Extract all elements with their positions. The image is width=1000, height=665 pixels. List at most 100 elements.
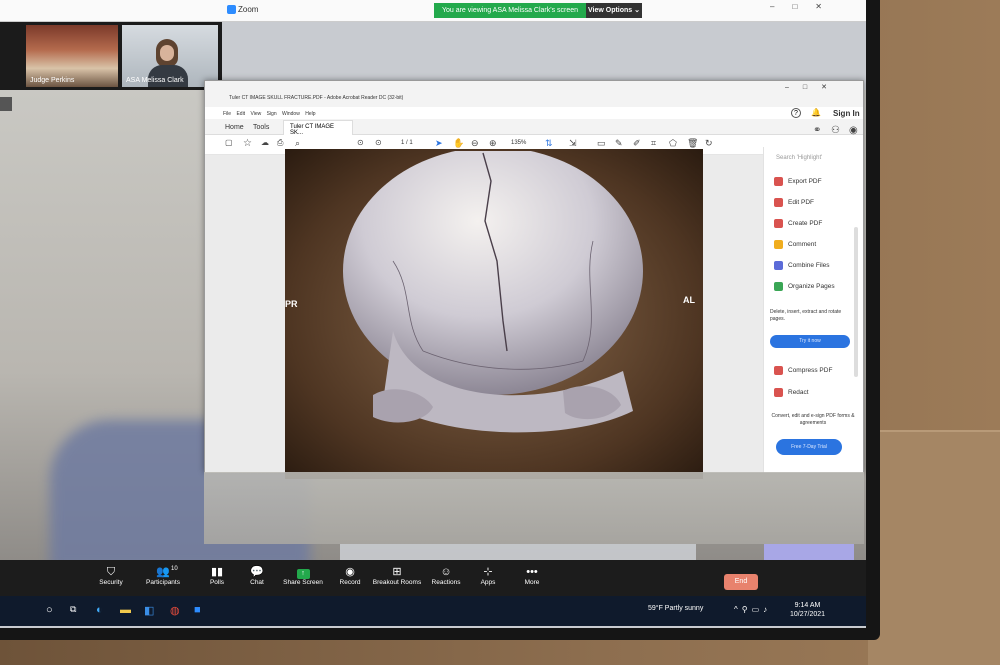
menu-file[interactable]: File (223, 111, 231, 117)
viewing-banner: You are viewing ASA Melissa Clark's scre… (434, 3, 586, 18)
toolbar-label: Participants (146, 579, 180, 586)
rotate-icon[interactable]: ↻ (705, 138, 713, 149)
tool-combine-files[interactable]: Combine Files (774, 261, 830, 270)
delete-icon[interactable]: 🗑 (687, 138, 698, 149)
zoom-app-icon[interactable]: ■ (194, 604, 201, 616)
upload-cloud-icon[interactable]: ☁ (261, 138, 269, 147)
save-icon[interactable]: ▢ (225, 138, 233, 147)
more-icon: ••• (526, 566, 538, 578)
participant-tile-asa[interactable]: ASA Melissa Clark (122, 25, 218, 87)
document-viewer[interactable]: PR AL (205, 149, 763, 479)
tool-comment[interactable]: Comment (774, 240, 816, 249)
menu-view[interactable]: View (250, 111, 261, 117)
outlook-icon[interactable]: ◧ (144, 604, 154, 617)
text-edit-icon[interactable]: ⌗ (651, 138, 656, 149)
apps-button[interactable]: ⊹ Apps (463, 565, 513, 586)
comment-icon (774, 240, 783, 249)
tool-redact[interactable]: Redact (774, 388, 809, 397)
next-page-icon[interactable]: ⊙ (375, 138, 382, 147)
skull-render (343, 151, 643, 433)
tool-export-pdf[interactable]: Export PDF (774, 177, 822, 186)
weather-widget[interactable]: 59°F Partly sunny (648, 605, 703, 612)
bell-icon[interactable]: 🔔 (811, 108, 821, 117)
tab-tools[interactable]: Tools (253, 124, 269, 131)
end-meeting-button[interactable]: End (724, 574, 758, 590)
edge-browser-icon[interactable]: ◐ (96, 604, 103, 616)
window-controls[interactable]: –□✕ (770, 2, 840, 11)
task-view-icon[interactable]: ⧉ (70, 604, 76, 615)
file-explorer-icon[interactable]: ▬ (120, 604, 131, 616)
image-label-right: AL (683, 295, 695, 305)
tool-create-pdf[interactable]: Create PDF (774, 219, 822, 228)
acrobat-window-title: Tuler CT IMAGE SKULL FRACTURE.PDF - Adob… (229, 95, 404, 101)
tool-edit-pdf[interactable]: Edit PDF (774, 198, 814, 207)
apps-icon: ⊹ (483, 566, 493, 578)
shared-screen-lower (204, 472, 864, 544)
hand-tool-icon[interactable]: ✋ (453, 138, 464, 149)
security-button[interactable]: ⛉ Security (86, 565, 136, 586)
zoom-out-icon[interactable]: ⊖ (471, 138, 479, 149)
video-badge (0, 97, 12, 111)
more-button[interactable]: ••• More (507, 565, 557, 586)
share-screen-icon: ↑ (296, 569, 310, 579)
share-screen-button[interactable]: ↑ Share Screen (278, 565, 328, 586)
chrome-icon[interactable]: ◍ (170, 604, 180, 617)
clock[interactable]: 9:14 AM 10/27/2021 (790, 601, 825, 619)
free-trial-button[interactable]: Free 7-Day Trial (776, 439, 842, 455)
menu-window[interactable]: Window (282, 111, 300, 117)
create-pdf-icon (774, 219, 783, 228)
tool-organize-pages[interactable]: Organize Pages (774, 282, 835, 291)
toolbar-label: Apps (480, 579, 496, 586)
search-icon[interactable]: ○ (46, 604, 53, 616)
people-icon: 👥 (156, 566, 170, 578)
try-it-now-button[interactable]: Try it now (770, 335, 850, 348)
select-cursor-icon[interactable]: ➤ (435, 138, 443, 149)
tools-search-input[interactable]: Search 'Highlight' (776, 155, 822, 161)
chat-button[interactable]: 💬 Chat (232, 565, 282, 586)
search-icon[interactable]: ⌕ (295, 138, 300, 149)
tool-compress-pdf[interactable]: Compress PDF (774, 366, 832, 375)
tab-document[interactable]: Tuler CT IMAGE SK... (283, 120, 353, 136)
participants-button[interactable]: 👥 Participants (138, 565, 188, 586)
person-add-icon[interactable]: ⚇ (831, 125, 840, 136)
comment-icon[interactable]: ▭ (597, 138, 606, 149)
combine-files-icon (774, 261, 783, 270)
menu-edit[interactable]: Edit (236, 111, 245, 117)
breakout-rooms-button[interactable]: ⊞ Breakout Rooms (372, 565, 422, 586)
print-icon[interactable]: ⎙ (277, 138, 283, 148)
account-icon[interactable]: ◉ (849, 125, 858, 136)
toolbar-label: Reactions (431, 579, 461, 586)
tools-pane-scrollbar[interactable] (854, 227, 858, 377)
toolbar-label: Share Screen (283, 579, 323, 586)
sign-in-button[interactable]: Sign In (833, 109, 860, 118)
stamp-icon[interactable]: ⬠ (669, 138, 677, 149)
record-button[interactable]: ◉ Record (325, 565, 375, 586)
highlight-pen-icon[interactable]: ✎ (615, 138, 623, 149)
help-icon[interactable]: ? (791, 108, 801, 118)
participant-tile-judge[interactable]: Judge Perkins (26, 25, 118, 87)
bookmark-star-icon[interactable]: ☆ (243, 138, 252, 149)
acrobat-window: Tuler CT IMAGE SKULL FRACTURE.PDF - Adob… (204, 80, 864, 479)
view-options-button[interactable]: View Options ⌄ (586, 3, 642, 18)
system-tray[interactable]: ^⚲▭♪ (734, 605, 771, 614)
menu-help[interactable]: Help (305, 111, 315, 117)
zoom-level-select[interactable]: 135% (511, 140, 526, 146)
menu-sign[interactable]: Sign (267, 111, 277, 117)
previous-page-icon[interactable]: ⊙ (357, 138, 364, 147)
tool-label: Comment (788, 241, 817, 249)
draw-icon[interactable]: ✐ (633, 138, 641, 149)
share-link-icon[interactable]: ⚭ (813, 125, 821, 136)
toolbar-label: Polls (209, 579, 225, 586)
video-gallery: Judge Perkins ASA Melissa Clark (0, 22, 222, 90)
participant-name: Judge Perkins (30, 77, 75, 84)
tool-label: Compress PDF (788, 367, 833, 375)
compress-pdf-icon (774, 366, 783, 375)
tool-label: Export PDF (788, 178, 822, 186)
tab-home[interactable]: Home (225, 124, 244, 131)
page-fit-icon[interactable]: ⇅ (545, 138, 553, 149)
acrobat-window-controls[interactable]: –□✕ (785, 83, 841, 91)
zoom-window-title: Zoom (238, 5, 259, 14)
scroll-mode-icon[interactable]: ⇲ (569, 138, 577, 149)
zoom-in-icon[interactable]: ⊕ (489, 138, 497, 149)
page-current[interactable]: 1 (401, 140, 404, 146)
